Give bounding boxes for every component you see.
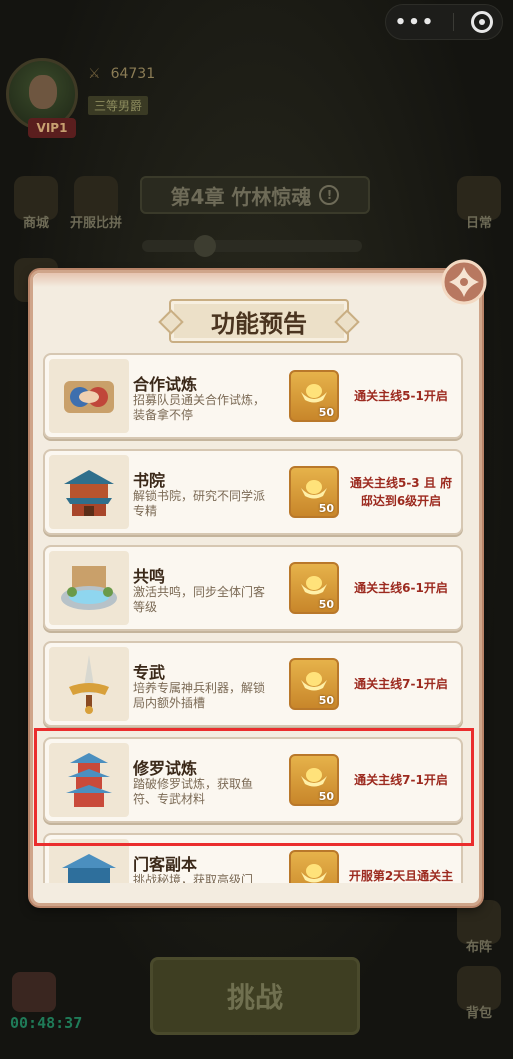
capsule-divider: [452, 13, 454, 31]
gold-ingot-reward[interactable]: 50: [289, 658, 339, 710]
feature-item: 书院 解锁书院，研究不同学派专精 50 通关主线5-3 且 府邸达到6级开启: [43, 449, 463, 535]
feature-item: 共鸣 激活共鸣，同步全体门客等级 50 通关主线6-1开启: [43, 545, 463, 631]
feature-name: 专武: [133, 663, 166, 682]
resonance-pool-icon: [49, 551, 129, 625]
feature-desc: 培养专属神兵利器，解锁局内额外插槽: [133, 681, 266, 710]
gold-ingot-icon: [301, 384, 327, 403]
chapter-title: 第4章 竹林惊魂: [170, 184, 312, 209]
unlock-condition: 通关主线6-1开启: [354, 581, 448, 595]
avatar-face: [29, 75, 57, 109]
close-miniprogram-icon[interactable]: [471, 11, 494, 33]
academy-building-icon: [49, 455, 129, 529]
reward-qty: 50: [318, 694, 334, 707]
daily-button[interactable]: 日常: [451, 176, 507, 232]
reward-qty: 50: [318, 598, 334, 611]
feature-name: 门客副本: [133, 855, 198, 874]
challenge-button[interactable]: 挑战: [150, 957, 360, 1035]
feature-desc: 解锁书院，研究不同学派专精: [133, 489, 266, 518]
treasure-chest-icon[interactable]: [12, 972, 56, 1012]
more-icon[interactable]: •••: [395, 12, 436, 33]
modal-title: 功能预告: [169, 299, 349, 343]
handshake-icon: [49, 359, 129, 433]
feature-item: 合作试炼 招募队员通关合作试炼，装备拿不停 50 通关主线5-1开启: [43, 353, 463, 439]
gold-ingot-reward[interactable]: 50: [289, 370, 339, 422]
feature-desc: 挑战秘境，获取高级门: [133, 873, 254, 883]
player-rank-title: 三等男爵: [88, 96, 149, 115]
gold-ingot-reward[interactable]: 50: [289, 466, 339, 518]
gold-ingot-reward[interactable]: 50: [289, 850, 339, 883]
power-value: 64731: [110, 66, 156, 82]
formation-button[interactable]: 布阵: [451, 900, 507, 956]
gold-ingot-reward[interactable]: 50: [289, 562, 339, 614]
server-ranking-button[interactable]: 开服比拼: [68, 176, 124, 232]
progress-knob: [194, 235, 216, 257]
gold-ingot-icon: [301, 480, 327, 499]
feature-desc: 激活共鸣，同步全体门客等级: [133, 585, 266, 614]
mini-program-capsule: •••: [385, 4, 503, 40]
formation-label: 布阵: [465, 940, 492, 955]
unlock-condition: 通关主线5-1开启: [354, 389, 448, 403]
feature-name: 合作试炼: [133, 375, 198, 394]
highlight-frame: [34, 728, 474, 846]
feature-item: 专武 培养专属神兵利器，解锁局内额外插槽 50 通关主线7-1开启: [43, 641, 463, 727]
daily-label: 日常: [465, 216, 492, 231]
unlock-condition: 通关主线5-3 且 府邸达到6级开启: [349, 476, 453, 508]
bag-label: 背包: [465, 1006, 492, 1021]
feature-desc: 招募队员通关合作试炼，装备拿不停: [133, 393, 266, 422]
shop-button[interactable]: 商城: [8, 176, 64, 232]
countdown-timer: 00:48:37: [10, 1014, 83, 1032]
sword-icon: [49, 647, 129, 721]
power-icon: ⚔: [88, 66, 101, 82]
chapter-banner[interactable]: 第4章 竹林惊魂 !: [140, 176, 370, 214]
info-icon[interactable]: !: [319, 185, 340, 205]
server-ranking-label: 开服比拼: [69, 216, 122, 231]
feature-name: 共鸣: [133, 567, 166, 586]
reward-qty: 50: [318, 502, 334, 515]
power-display: ⚔ 64731: [88, 66, 155, 82]
feature-name: 书院: [133, 471, 166, 490]
reward-qty: 50: [318, 406, 334, 419]
gold-ingot-icon: [301, 672, 327, 691]
chapter-progress: [142, 235, 362, 257]
close-icon: [441, 259, 487, 305]
close-button[interactable]: [441, 259, 487, 305]
bag-button[interactable]: 背包: [451, 966, 507, 1022]
shop-label: 商城: [22, 216, 49, 231]
gold-ingot-icon: [301, 576, 327, 595]
gold-ingot-icon: [301, 864, 327, 883]
vip-badge: VIP1: [28, 118, 76, 138]
unlock-condition: 通关主线7-1开启: [354, 677, 448, 691]
